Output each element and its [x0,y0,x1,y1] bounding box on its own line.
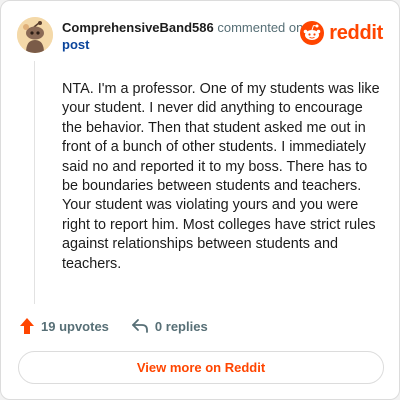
thread-line [34,61,35,304]
action-text: commented on [217,20,304,35]
comment-actions: 19 upvotes 0 replies [19,317,230,335]
reddit-snoo-icon [300,21,325,45]
replies-button[interactable]: 0 replies [131,318,208,334]
snoo-avatar-icon [17,17,53,53]
author-name[interactable]: ComprehensiveBand586 [62,20,214,35]
reddit-embed-card: ComprehensiveBand586 commented on post r… [0,0,400,400]
post-link[interactable]: post [62,37,89,52]
avatar[interactable] [17,17,53,53]
reddit-wordmark: reddit [329,21,383,44]
view-more-button[interactable]: View more on Reddit [18,351,384,384]
upvote-button[interactable]: 19 upvotes [19,317,109,335]
upvote-count: 19 upvotes [41,318,109,334]
reddit-logo[interactable]: reddit [300,21,383,45]
upvote-arrow-icon [20,318,34,334]
comment-body: NTA. I'm a professor. One of my students… [62,81,380,272]
comment-header: ComprehensiveBand586 commented on post [62,19,312,53]
reply-count: 0 replies [154,318,208,334]
reply-arrow-icon [132,319,148,333]
